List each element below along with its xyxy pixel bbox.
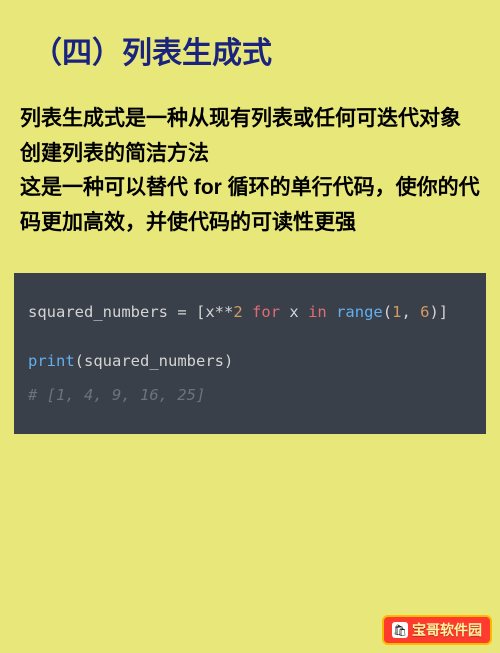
token-paren: ( xyxy=(75,352,84,370)
code-line-2: print(squared_numbers) xyxy=(28,344,472,378)
token-operator: = xyxy=(168,303,196,321)
paragraph-2: 这是一种可以替代 for 循环的单行代码，使你的代码更加高效，并使代码的可读性更… xyxy=(20,171,480,240)
code-line-3-comment: # [1, 4, 9, 16, 25] xyxy=(28,378,472,412)
token-paren: ) xyxy=(429,303,438,321)
body-text: 列表生成式是一种从现有列表或任何可迭代对象创建列表的简洁方法 这是一种可以替代 … xyxy=(0,72,500,241)
watermark-badge: 🛍 宝哥软件园 xyxy=(382,615,492,645)
code-block: squared_numbers = [x**2 for x in range(1… xyxy=(14,273,486,435)
section-heading: （四）列表生成式 xyxy=(0,0,500,72)
token-bracket: [ xyxy=(196,303,205,321)
token-paren: ( xyxy=(383,303,392,321)
token-space xyxy=(299,303,308,321)
watermark-icon: 🛍 xyxy=(392,622,408,638)
token-function: range xyxy=(336,303,383,321)
token-keyword-in: in xyxy=(308,303,327,321)
token-variable: x xyxy=(289,303,298,321)
watermark-text: 宝哥软件园 xyxy=(412,620,482,640)
token-function: print xyxy=(28,352,75,370)
token-variable: x xyxy=(205,303,214,321)
token-operator: ** xyxy=(215,303,234,321)
token-number: 2 xyxy=(233,303,242,321)
token-space xyxy=(280,303,289,321)
token-bracket: ] xyxy=(439,303,448,321)
token-keyword-for: for xyxy=(252,303,280,321)
token-comma: , xyxy=(401,303,420,321)
token-space xyxy=(243,303,252,321)
code-line-1: squared_numbers = [x**2 for x in range(1… xyxy=(28,295,472,329)
token-variable: squared_numbers xyxy=(84,352,224,370)
token-variable: squared_numbers xyxy=(28,303,168,321)
token-space xyxy=(327,303,336,321)
code-blank-line xyxy=(28,329,472,345)
token-paren: ) xyxy=(224,352,233,370)
paragraph-1: 列表生成式是一种从现有列表或任何可迭代对象创建列表的简洁方法 xyxy=(20,102,480,171)
